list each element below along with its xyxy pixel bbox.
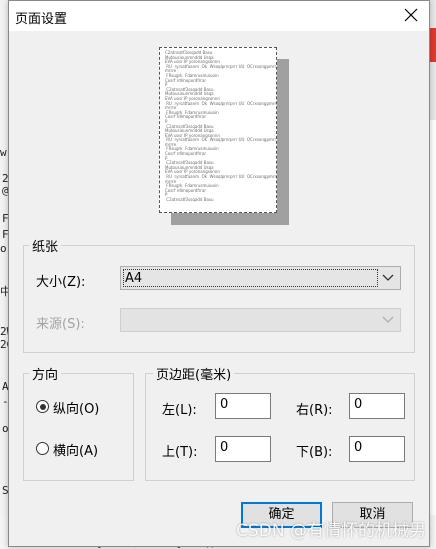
- chevron-down-icon: [382, 274, 394, 281]
- close-button[interactable]: [403, 7, 419, 23]
- paper-size-select[interactable]: A4: [120, 266, 401, 290]
- paper-source-select[interactable]: [120, 308, 401, 332]
- margin-bottom-label: 下(B):: [296, 445, 333, 460]
- portrait-radio[interactable]: [36, 400, 49, 413]
- margin-bottom-input[interactable]: 0: [349, 436, 405, 462]
- orientation-group: [23, 373, 134, 481]
- paper-group: [23, 245, 415, 353]
- margins-group: [145, 373, 415, 481]
- focus-rect: [123, 269, 378, 287]
- portrait-label[interactable]: 纵向(O): [53, 398, 99, 417]
- close-icon: [404, 8, 418, 22]
- landscape-radio[interactable]: [36, 442, 49, 455]
- landscape-label[interactable]: 横向(A): [53, 440, 98, 459]
- dialog-title: 页面设置: [15, 12, 68, 27]
- preview-text: C2atnsatf3ssqadd Basu Mutousiounmnddd Us…: [165, 50, 277, 202]
- paper-size-label: 大小(Z):: [36, 275, 86, 290]
- chevron-down-icon: [382, 316, 394, 323]
- margin-left-label: 左(L):: [162, 403, 197, 418]
- radio-selected-dot: [39, 403, 46, 410]
- margin-left-input[interactable]: 0: [215, 393, 271, 419]
- margin-right-input[interactable]: 0: [349, 393, 405, 419]
- page-preview: C2atnsatf3ssqadd Basu Mutousiounmnddd Us…: [159, 47, 277, 213]
- margins-group-title: 页边距(毫米): [153, 364, 235, 383]
- watermark: CSDN @有情怀的机械男: [236, 521, 426, 541]
- orientation-group-title: 方向: [29, 364, 62, 383]
- margin-right-label: 右(R):: [296, 403, 333, 418]
- margin-top-label: 上(T):: [162, 445, 198, 460]
- dialog-titlebar[interactable]: 页面设置: [9, 1, 429, 31]
- page-setup-dialog: 页面设置 C2atnsatf3ssqadd Basu Mutousiounmnd…: [8, 0, 430, 547]
- paper-source-label: 来源(S):: [36, 317, 85, 332]
- paper-group-title: 纸张: [29, 236, 62, 255]
- margin-top-input[interactable]: 0: [215, 436, 271, 462]
- bg-fragment: w: [0, 146, 7, 159]
